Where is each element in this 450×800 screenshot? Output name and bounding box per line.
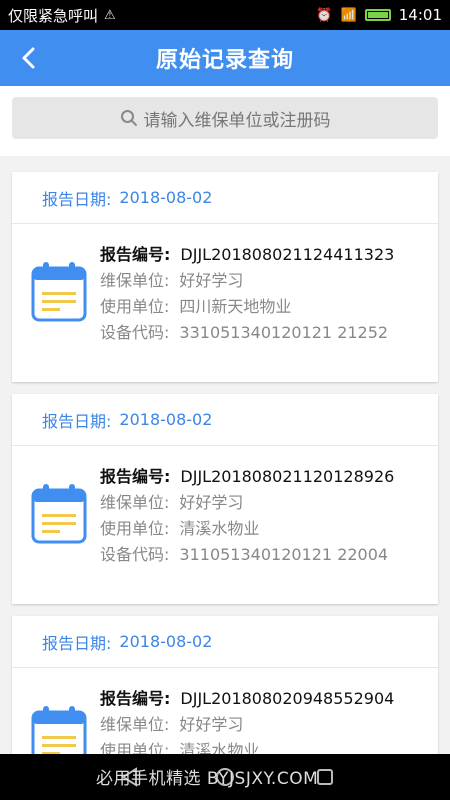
back-arrow-icon	[22, 47, 35, 69]
report-number-row: 报告编号: DJJL201808021124411323	[100, 242, 394, 268]
equipment-code-value: 311051340120121 22004	[179, 545, 389, 564]
user-unit-value: 清溪水物业	[179, 519, 260, 538]
user-unit-row: 使用单位: 清溪水物业	[100, 738, 394, 754]
user-unit-row: 使用单位: 清溪水物业	[100, 516, 394, 542]
record-date-label: 报告日期:	[42, 411, 112, 431]
calendar-icon	[31, 706, 87, 754]
report-number-key: 报告编号:	[100, 467, 171, 486]
report-number-row: 报告编号: DJJL201808021120128926	[100, 464, 394, 490]
equipment-code-key: 设备代码:	[100, 545, 170, 564]
maintenance-unit-key: 维保单位:	[100, 271, 170, 290]
equipment-code-row: 设备代码: 331051340120121 21252	[100, 320, 394, 346]
record-date-label: 报告日期:	[42, 633, 112, 653]
record-date: 2018-08-02	[119, 188, 213, 207]
report-number-key: 报告编号:	[100, 689, 171, 708]
warning-icon: ⚠	[104, 7, 116, 23]
maintenance-unit-value: 好好学习	[179, 493, 244, 512]
maintenance-unit-row: 维保单位: 好好学习	[100, 712, 394, 738]
report-number-value: DJJL201808021124411323	[180, 245, 395, 264]
user-unit-key: 使用单位:	[100, 741, 170, 754]
maintenance-unit-row: 维保单位: 好好学习	[100, 268, 394, 294]
search-input[interactable]: 请输入维保单位或注册码	[12, 97, 438, 139]
status-carrier-text: 仅限紧急呼叫	[8, 6, 99, 25]
record-fields: 报告编号: DJJL201808021120128926 维保单位: 好好学习 使用…	[100, 464, 394, 568]
record-date-row: 报告日期: 2018-08-02	[12, 616, 438, 668]
battery-icon	[364, 9, 391, 21]
status-right: ⏰ 📶 14:01	[316, 6, 442, 24]
page-title: 原始记录查询	[155, 48, 294, 73]
status-left: 仅限紧急呼叫 ⚠	[8, 5, 316, 26]
search-placeholder: 请输入维保单位或注册码	[143, 110, 331, 131]
record-body: 报告编号: DJJL201808021124411323 维保单位: 好好学习 使用…	[12, 224, 438, 382]
record-card[interactable]: 报告日期: 2018-08-02 报告编号: DJJL20180802112012…	[12, 394, 438, 604]
record-date-label: 报告日期:	[42, 189, 112, 209]
system-nav-bar: 必用手机精选 BYJSJXY.COM	[0, 754, 450, 800]
record-card[interactable]: 报告日期: 2018-08-02 报告编号: DJJL20180802094855…	[12, 616, 438, 754]
maintenance-unit-key: 维保单位:	[100, 493, 170, 512]
report-number-value: DJJL201808020948552904	[180, 689, 395, 708]
record-date: 2018-08-02	[119, 632, 213, 651]
watermark-text: 必用手机精选 BYJSJXY.COM	[96, 769, 319, 789]
status-bar: 仅限紧急呼叫 ⚠ ⏰ 📶 14:01	[0, 0, 450, 30]
back-button[interactable]	[14, 42, 42, 74]
record-fields: 报告编号: DJJL201808021124411323 维保单位: 好好学习 使用…	[100, 242, 394, 346]
user-unit-value: 四川新天地物业	[179, 297, 292, 316]
calendar-icon	[31, 484, 87, 544]
app-bar: 原始记录查询	[0, 30, 450, 86]
record-date: 2018-08-02	[119, 410, 213, 429]
maintenance-unit-value: 好好学习	[179, 271, 244, 290]
record-card[interactable]: 报告日期: 2018-08-02 报告编号: DJJL20180802112441…	[12, 172, 438, 382]
report-number-row: 报告编号: DJJL201808020948552904	[100, 686, 394, 712]
maintenance-unit-row: 维保单位: 好好学习	[100, 490, 394, 516]
record-fields: 报告编号: DJJL201808020948552904 维保单位: 好好学习 使用…	[100, 686, 394, 754]
record-body: 报告编号: DJJL201808020948552904 维保单位: 好好学习 使用…	[12, 668, 438, 754]
alarm-icon: ⏰	[316, 7, 333, 23]
status-time: 14:01	[398, 6, 442, 24]
calendar-icon	[31, 262, 87, 322]
search-bar-container: 请输入维保单位或注册码	[0, 86, 450, 156]
equipment-code-value: 331051340120121 21252	[179, 323, 389, 342]
search-icon	[120, 110, 137, 126]
user-unit-key: 使用单位:	[100, 519, 170, 538]
maintenance-unit-key: 维保单位:	[100, 715, 170, 734]
equipment-code-key: 设备代码:	[100, 323, 170, 342]
maintenance-unit-value: 好好学习	[179, 715, 244, 734]
wifi-icon: 📶	[340, 7, 357, 23]
equipment-code-row: 设备代码: 311051340120121 22004	[100, 542, 394, 568]
user-unit-row: 使用单位: 四川新天地物业	[100, 294, 394, 320]
report-number-value: DJJL201808021120128926	[180, 467, 395, 486]
user-unit-value: 清溪水物业	[179, 741, 260, 754]
record-date-row: 报告日期: 2018-08-02	[12, 172, 438, 224]
record-date-row: 报告日期: 2018-08-02	[12, 394, 438, 446]
record-body: 报告编号: DJJL201808021120128926 维保单位: 好好学习 使用…	[12, 446, 438, 604]
report-number-key: 报告编号:	[100, 245, 171, 264]
record-list: 报告日期: 2018-08-02 报告编号: DJJL20180802112441…	[0, 160, 450, 754]
user-unit-key: 使用单位:	[100, 297, 170, 316]
